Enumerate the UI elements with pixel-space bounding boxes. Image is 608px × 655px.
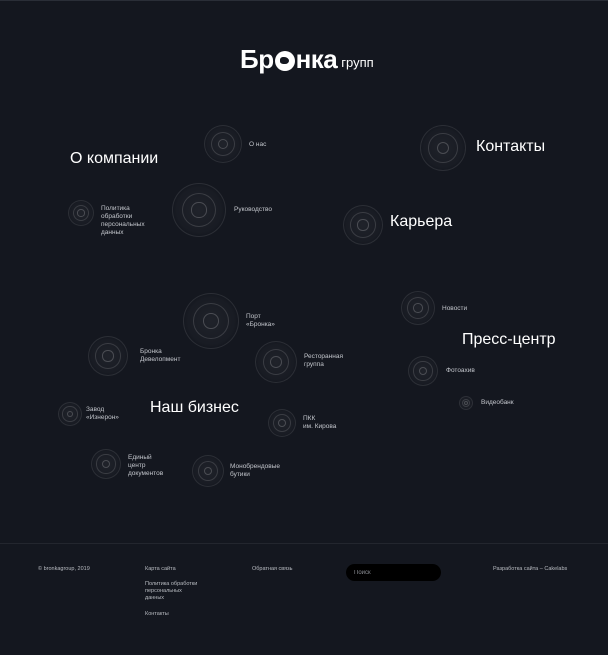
section-business[interactable]: Наш бизнес bbox=[150, 399, 239, 417]
logo-text-right: нка bbox=[295, 43, 338, 74]
ring-about-us[interactable] bbox=[204, 125, 242, 163]
ring-bronka-dev[interactable] bbox=[88, 336, 128, 376]
ring-pkk[interactable] bbox=[268, 409, 296, 437]
ring-doc-center[interactable] bbox=[91, 449, 121, 479]
footer-sitemap[interactable]: Карта сайта bbox=[145, 566, 176, 573]
link-about-us[interactable]: О нас bbox=[249, 141, 266, 149]
ring-policy[interactable] bbox=[68, 200, 94, 226]
link-news[interactable]: Новости bbox=[442, 305, 467, 313]
section-contacts[interactable]: Контакты bbox=[476, 138, 545, 156]
footer bbox=[0, 543, 608, 655]
link-mono[interactable]: Монобрендовые бутики bbox=[230, 463, 280, 479]
link-policy[interactable]: Политика обработки персональных данных bbox=[101, 205, 145, 237]
link-plant[interactable]: Завод «Изнерон» bbox=[86, 406, 119, 422]
link-management[interactable]: Руководство bbox=[234, 206, 272, 214]
top-border bbox=[0, 0, 608, 1]
section-about[interactable]: О компании bbox=[70, 150, 158, 168]
search-input[interactable] bbox=[346, 564, 441, 581]
ring-contacts[interactable] bbox=[420, 125, 466, 171]
ring-photo[interactable] bbox=[408, 356, 438, 386]
footer-copyright: © bronkagroup, 2019 bbox=[38, 566, 90, 572]
link-photo[interactable]: Фотоахив bbox=[446, 367, 475, 375]
logo-text-left: Бр bbox=[240, 43, 274, 74]
ring-career[interactable] bbox=[343, 205, 383, 245]
section-career[interactable]: Карьера bbox=[390, 213, 452, 231]
footer-policy[interactable]: Политика обработки персональных данных bbox=[145, 581, 197, 602]
link-videobank[interactable]: Видеобанк bbox=[481, 399, 514, 407]
ring-news[interactable] bbox=[401, 291, 435, 325]
ring-management[interactable] bbox=[172, 183, 226, 237]
footer-contacts[interactable]: Контакты bbox=[145, 611, 169, 618]
logo[interactable]: Бр нка групп bbox=[240, 44, 374, 74]
ring-restaurant[interactable] bbox=[255, 341, 297, 383]
ring-videobank[interactable] bbox=[459, 396, 473, 410]
link-port[interactable]: Порт «Бронка» bbox=[246, 313, 275, 329]
footer-feedback[interactable]: Обратная связь bbox=[252, 566, 293, 573]
footer-developer[interactable]: Разработка сайта – Cakelabs bbox=[493, 566, 567, 573]
section-press[interactable]: Пресс-центр bbox=[462, 331, 556, 349]
ring-mono[interactable] bbox=[192, 455, 224, 487]
link-doc-center[interactable]: Единый центр документов bbox=[128, 454, 163, 478]
link-restaurant[interactable]: Ресторанная группа bbox=[304, 353, 343, 369]
ring-port[interactable] bbox=[183, 293, 239, 349]
ring-plant[interactable] bbox=[58, 402, 82, 426]
link-bronka-dev[interactable]: Бронка Девелопмент bbox=[140, 348, 180, 364]
link-pkk[interactable]: ПКК им. Кирова bbox=[303, 415, 336, 431]
globe-icon bbox=[274, 51, 295, 71]
logo-subtitle: групп bbox=[341, 54, 374, 70]
